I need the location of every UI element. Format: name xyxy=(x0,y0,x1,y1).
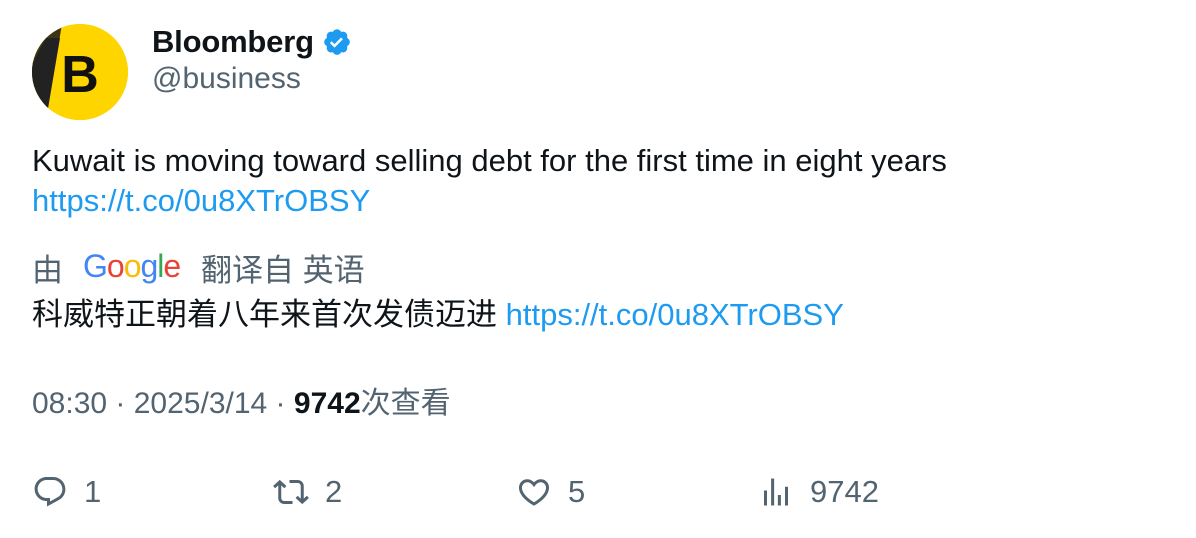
translated-link[interactable]: https://t.co/0u8XTrOBSY xyxy=(506,297,844,332)
tweet-card: B Bloomberg @business Kuwait is moving t… xyxy=(0,0,1196,538)
meta-separator: · xyxy=(107,387,134,420)
svg-text:Google: Google xyxy=(83,249,180,284)
translated-text: 科威特正朝着八年来首次发债迈进 https://t.co/0u8XTrOBSY xyxy=(32,294,1162,336)
views-action-count: 9742 xyxy=(810,474,879,509)
avatar[interactable]: B xyxy=(32,24,128,120)
reply-button[interactable]: 1 xyxy=(32,470,101,514)
bloomberg-logo-icon: B xyxy=(32,24,128,120)
verified-badge-icon xyxy=(322,27,352,57)
tweet-text: Kuwait is moving toward selling debt for… xyxy=(32,141,1162,221)
reply-count: 1 xyxy=(84,474,102,509)
translated-body: 科威特正朝着八年来首次发债迈进 xyxy=(32,297,497,332)
translation-prefix: 由 xyxy=(32,252,63,288)
translation-attribution: 由 Google 翻译自 英语 xyxy=(32,247,365,288)
meta-separator-2: · xyxy=(267,387,294,420)
google-logo-icon: Google xyxy=(83,249,181,285)
author-handle[interactable]: @business xyxy=(152,62,301,96)
svg-text:B: B xyxy=(61,46,99,104)
heart-icon xyxy=(516,474,552,510)
tweet-time[interactable]: 08:30 xyxy=(32,387,107,420)
tweet-meta: 08:30 · 2025/3/14 · 9742次查看 xyxy=(32,384,451,424)
action-bar: 1 2 5 9742 xyxy=(32,470,1162,514)
reply-icon xyxy=(32,474,68,510)
views-label: 次查看 xyxy=(360,387,451,420)
like-count: 5 xyxy=(568,474,586,509)
retweet-button[interactable]: 2 xyxy=(273,470,342,514)
like-button[interactable]: 5 xyxy=(516,470,585,514)
translation-suffix: 翻译自 英语 xyxy=(201,252,365,288)
tweet-link[interactable]: https://t.co/0u8XTrOBSY xyxy=(32,183,370,218)
retweet-count: 2 xyxy=(325,474,343,509)
retweet-icon xyxy=(273,474,309,510)
tweet-date[interactable]: 2025/3/14 xyxy=(134,387,267,420)
tweet-body: Kuwait is moving toward selling debt for… xyxy=(32,143,947,178)
analytics-icon xyxy=(758,474,794,510)
author-name-row: Bloomberg xyxy=(152,22,352,62)
views-button[interactable]: 9742 xyxy=(758,470,879,514)
views-count: 9742 xyxy=(293,387,361,420)
display-name[interactable]: Bloomberg xyxy=(152,24,314,60)
